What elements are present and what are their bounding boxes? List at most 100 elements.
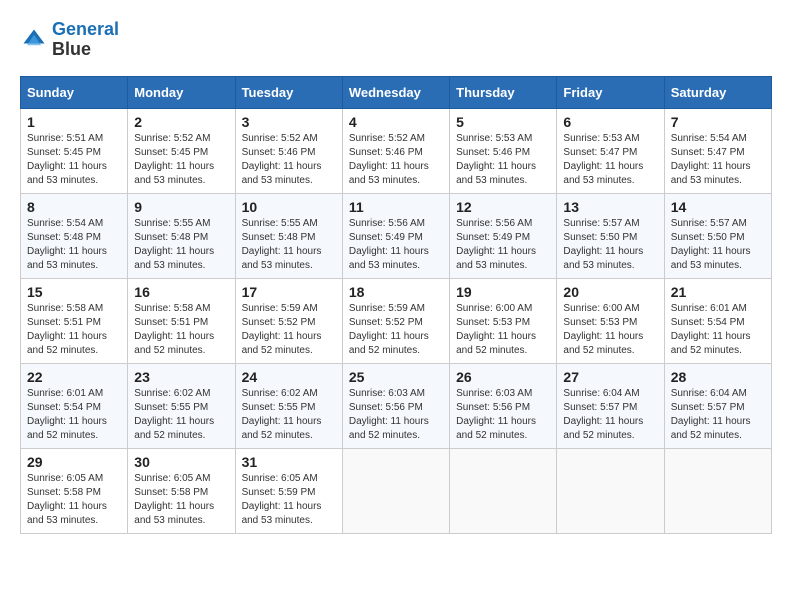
day-cell: 16 Sunrise: 5:58 AM Sunset: 5:51 PM Dayl…: [128, 278, 235, 363]
day-info: Sunrise: 6:01 AM Sunset: 5:54 PM Dayligh…: [27, 387, 121, 443]
header-wednesday: Wednesday: [342, 76, 449, 108]
day-number: 10: [242, 199, 336, 215]
day-number: 26: [456, 369, 550, 385]
day-number: 13: [563, 199, 657, 215]
logo-icon: [20, 26, 48, 54]
day-number: 27: [563, 369, 657, 385]
day-cell: 28 Sunrise: 6:04 AM Sunset: 5:57 PM Dayl…: [664, 363, 771, 448]
day-number: 28: [671, 369, 765, 385]
day-info: Sunrise: 6:00 AM Sunset: 5:53 PM Dayligh…: [456, 302, 550, 358]
header-monday: Monday: [128, 76, 235, 108]
day-info: Sunrise: 5:53 AM Sunset: 5:47 PM Dayligh…: [563, 132, 657, 188]
day-cell: 27 Sunrise: 6:04 AM Sunset: 5:57 PM Dayl…: [557, 363, 664, 448]
week-row-5: 29 Sunrise: 6:05 AM Sunset: 5:58 PM Dayl…: [21, 448, 772, 533]
day-cell: [557, 448, 664, 533]
day-info: Sunrise: 5:53 AM Sunset: 5:46 PM Dayligh…: [456, 132, 550, 188]
day-number: 23: [134, 369, 228, 385]
day-cell: 24 Sunrise: 6:02 AM Sunset: 5:55 PM Dayl…: [235, 363, 342, 448]
day-cell: 15 Sunrise: 5:58 AM Sunset: 5:51 PM Dayl…: [21, 278, 128, 363]
day-number: 25: [349, 369, 443, 385]
day-cell: [664, 448, 771, 533]
day-info: Sunrise: 6:01 AM Sunset: 5:54 PM Dayligh…: [671, 302, 765, 358]
day-cell: 10 Sunrise: 5:55 AM Sunset: 5:48 PM Dayl…: [235, 193, 342, 278]
logo: General Blue: [20, 20, 119, 60]
day-number: 6: [563, 114, 657, 130]
day-info: Sunrise: 6:02 AM Sunset: 5:55 PM Dayligh…: [134, 387, 228, 443]
day-info: Sunrise: 5:57 AM Sunset: 5:50 PM Dayligh…: [671, 217, 765, 273]
day-info: Sunrise: 6:03 AM Sunset: 5:56 PM Dayligh…: [349, 387, 443, 443]
day-number: 20: [563, 284, 657, 300]
day-number: 14: [671, 199, 765, 215]
day-cell: 22 Sunrise: 6:01 AM Sunset: 5:54 PM Dayl…: [21, 363, 128, 448]
header-tuesday: Tuesday: [235, 76, 342, 108]
day-cell: 18 Sunrise: 5:59 AM Sunset: 5:52 PM Dayl…: [342, 278, 449, 363]
day-number: 19: [456, 284, 550, 300]
day-cell: 1 Sunrise: 5:51 AM Sunset: 5:45 PM Dayli…: [21, 108, 128, 193]
day-info: Sunrise: 6:00 AM Sunset: 5:53 PM Dayligh…: [563, 302, 657, 358]
day-info: Sunrise: 6:04 AM Sunset: 5:57 PM Dayligh…: [671, 387, 765, 443]
day-cell: 7 Sunrise: 5:54 AM Sunset: 5:47 PM Dayli…: [664, 108, 771, 193]
day-info: Sunrise: 5:54 AM Sunset: 5:47 PM Dayligh…: [671, 132, 765, 188]
day-cell: 23 Sunrise: 6:02 AM Sunset: 5:55 PM Dayl…: [128, 363, 235, 448]
day-cell: 4 Sunrise: 5:52 AM Sunset: 5:46 PM Dayli…: [342, 108, 449, 193]
week-row-1: 1 Sunrise: 5:51 AM Sunset: 5:45 PM Dayli…: [21, 108, 772, 193]
day-info: Sunrise: 5:58 AM Sunset: 5:51 PM Dayligh…: [27, 302, 121, 358]
calendar-table: SundayMondayTuesdayWednesdayThursdayFrid…: [20, 76, 772, 534]
day-cell: 3 Sunrise: 5:52 AM Sunset: 5:46 PM Dayli…: [235, 108, 342, 193]
day-number: 18: [349, 284, 443, 300]
day-info: Sunrise: 5:52 AM Sunset: 5:46 PM Dayligh…: [349, 132, 443, 188]
day-info: Sunrise: 5:55 AM Sunset: 5:48 PM Dayligh…: [242, 217, 336, 273]
day-info: Sunrise: 5:56 AM Sunset: 5:49 PM Dayligh…: [456, 217, 550, 273]
day-cell: 13 Sunrise: 5:57 AM Sunset: 5:50 PM Dayl…: [557, 193, 664, 278]
day-info: Sunrise: 5:56 AM Sunset: 5:49 PM Dayligh…: [349, 217, 443, 273]
header-friday: Friday: [557, 76, 664, 108]
day-number: 16: [134, 284, 228, 300]
day-cell: 17 Sunrise: 5:59 AM Sunset: 5:52 PM Dayl…: [235, 278, 342, 363]
day-cell: 5 Sunrise: 5:53 AM Sunset: 5:46 PM Dayli…: [450, 108, 557, 193]
logo-text: General Blue: [52, 20, 119, 60]
day-cell: 8 Sunrise: 5:54 AM Sunset: 5:48 PM Dayli…: [21, 193, 128, 278]
header-thursday: Thursday: [450, 76, 557, 108]
day-cell: 12 Sunrise: 5:56 AM Sunset: 5:49 PM Dayl…: [450, 193, 557, 278]
day-cell: 20 Sunrise: 6:00 AM Sunset: 5:53 PM Dayl…: [557, 278, 664, 363]
day-info: Sunrise: 5:57 AM Sunset: 5:50 PM Dayligh…: [563, 217, 657, 273]
day-number: 5: [456, 114, 550, 130]
day-cell: 19 Sunrise: 6:00 AM Sunset: 5:53 PM Dayl…: [450, 278, 557, 363]
header-saturday: Saturday: [664, 76, 771, 108]
day-info: Sunrise: 5:51 AM Sunset: 5:45 PM Dayligh…: [27, 132, 121, 188]
day-number: 12: [456, 199, 550, 215]
day-cell: 31 Sunrise: 6:05 AM Sunset: 5:59 PM Dayl…: [235, 448, 342, 533]
day-cell: 6 Sunrise: 5:53 AM Sunset: 5:47 PM Dayli…: [557, 108, 664, 193]
day-number: 2: [134, 114, 228, 130]
day-cell: 26 Sunrise: 6:03 AM Sunset: 5:56 PM Dayl…: [450, 363, 557, 448]
day-info: Sunrise: 6:05 AM Sunset: 5:59 PM Dayligh…: [242, 472, 336, 528]
day-number: 15: [27, 284, 121, 300]
day-number: 8: [27, 199, 121, 215]
day-number: 22: [27, 369, 121, 385]
week-row-2: 8 Sunrise: 5:54 AM Sunset: 5:48 PM Dayli…: [21, 193, 772, 278]
day-info: Sunrise: 6:05 AM Sunset: 5:58 PM Dayligh…: [27, 472, 121, 528]
day-cell: 14 Sunrise: 5:57 AM Sunset: 5:50 PM Dayl…: [664, 193, 771, 278]
day-number: 21: [671, 284, 765, 300]
week-row-4: 22 Sunrise: 6:01 AM Sunset: 5:54 PM Dayl…: [21, 363, 772, 448]
day-number: 31: [242, 454, 336, 470]
day-cell: 2 Sunrise: 5:52 AM Sunset: 5:45 PM Dayli…: [128, 108, 235, 193]
day-cell: [342, 448, 449, 533]
day-info: Sunrise: 6:02 AM Sunset: 5:55 PM Dayligh…: [242, 387, 336, 443]
day-cell: 9 Sunrise: 5:55 AM Sunset: 5:48 PM Dayli…: [128, 193, 235, 278]
week-row-3: 15 Sunrise: 5:58 AM Sunset: 5:51 PM Dayl…: [21, 278, 772, 363]
day-info: Sunrise: 5:52 AM Sunset: 5:46 PM Dayligh…: [242, 132, 336, 188]
day-number: 9: [134, 199, 228, 215]
day-info: Sunrise: 5:52 AM Sunset: 5:45 PM Dayligh…: [134, 132, 228, 188]
day-info: Sunrise: 5:54 AM Sunset: 5:48 PM Dayligh…: [27, 217, 121, 273]
day-cell: [450, 448, 557, 533]
header-sunday: Sunday: [21, 76, 128, 108]
day-number: 29: [27, 454, 121, 470]
day-cell: 21 Sunrise: 6:01 AM Sunset: 5:54 PM Dayl…: [664, 278, 771, 363]
day-number: 4: [349, 114, 443, 130]
day-info: Sunrise: 5:59 AM Sunset: 5:52 PM Dayligh…: [349, 302, 443, 358]
day-info: Sunrise: 5:58 AM Sunset: 5:51 PM Dayligh…: [134, 302, 228, 358]
day-number: 1: [27, 114, 121, 130]
day-info: Sunrise: 6:04 AM Sunset: 5:57 PM Dayligh…: [563, 387, 657, 443]
day-info: Sunrise: 5:55 AM Sunset: 5:48 PM Dayligh…: [134, 217, 228, 273]
